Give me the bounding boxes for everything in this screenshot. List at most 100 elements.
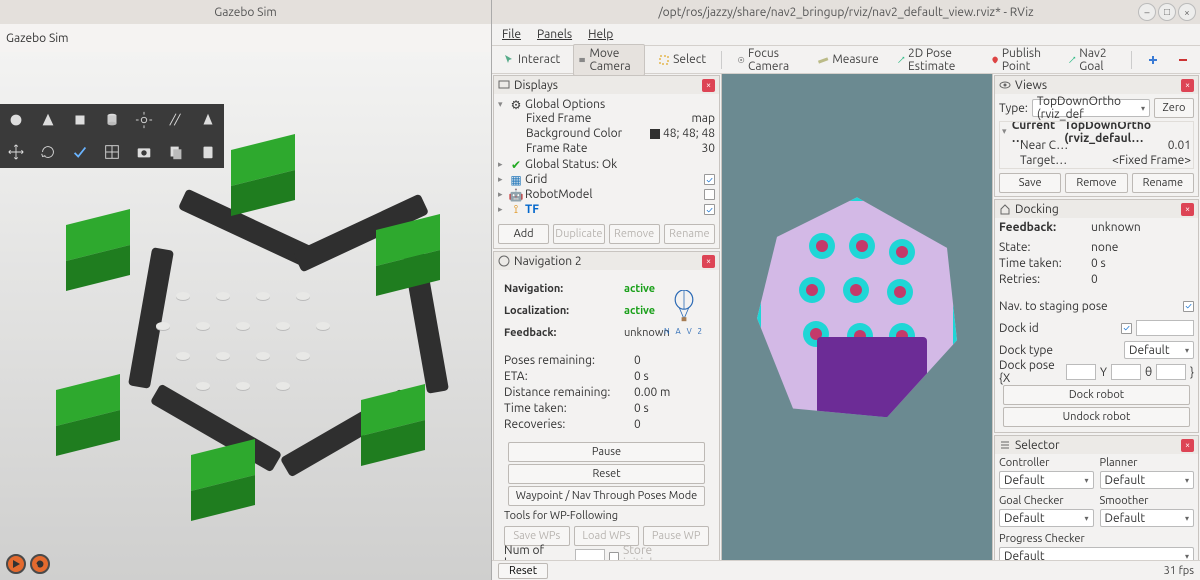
menu-file[interactable]: File — [502, 28, 521, 42]
spotlight-icon[interactable] — [192, 104, 224, 136]
view-remove-button[interactable]: Remove — [1065, 173, 1127, 193]
compass-icon — [498, 255, 510, 267]
zero-button[interactable]: Zero — [1154, 98, 1194, 118]
smoother-select[interactable]: Default▾ — [1100, 509, 1195, 527]
check-icon[interactable] — [64, 136, 96, 168]
dock-id-input[interactable] — [1136, 320, 1194, 336]
duplicate-button[interactable]: Duplicate — [553, 224, 604, 244]
tf-checkbox[interactable]: ✓ — [704, 204, 715, 215]
dock-pose-y-input[interactable] — [1111, 364, 1141, 380]
grid-icon[interactable] — [96, 136, 128, 168]
tool-interact[interactable]: Interact — [498, 50, 565, 69]
paste-icon[interactable] — [192, 136, 224, 168]
rviz-title: /opt/ros/jazzy/share/nav2_bringup/rviz/n… — [658, 6, 1033, 19]
tree-grid[interactable]: ▸▦Grid✓ — [498, 172, 715, 187]
reset-button[interactable]: Reset — [508, 464, 705, 484]
robotmodel-checkbox[interactable] — [704, 189, 715, 200]
view-save-button[interactable]: Save — [999, 173, 1061, 193]
load-wps-button[interactable]: Load WPs — [574, 526, 640, 546]
prop-frame-rate[interactable]: Frame Rate30 — [498, 142, 715, 157]
gazebo-toolbars — [0, 104, 224, 168]
waypoint-mode-button[interactable]: Waypoint / Nav Through Poses Mode — [508, 486, 705, 506]
fps-display: 31 fps — [1164, 565, 1194, 577]
close-icon[interactable]: × — [1181, 203, 1194, 216]
copy-icon[interactable] — [160, 136, 192, 168]
dock-type-select[interactable]: Default▾ — [1124, 341, 1194, 359]
save-wps-button[interactable]: Save WPs — [504, 526, 570, 546]
close-icon[interactable]: × — [1181, 79, 1194, 92]
remove-button[interactable]: Remove — [609, 224, 660, 244]
tool-move-camera[interactable]: Move Camera — [573, 44, 645, 76]
tool-focus-camera[interactable]: Focus Camera — [732, 44, 805, 76]
sun-icon[interactable] — [128, 104, 160, 136]
tree-tf[interactable]: ▸⟟TF✓ — [498, 202, 715, 217]
progress-checker-select[interactable]: Default▾ — [999, 547, 1194, 560]
panel-selector: Selector× ControllerDefault▾ PlannerDefa… — [994, 435, 1199, 560]
nav-time-taken: 0 s — [634, 402, 649, 418]
dock-pose-theta-input[interactable] — [1156, 364, 1186, 380]
close-icon[interactable]: × — [702, 79, 715, 92]
store-initial-pose-checkbox[interactable] — [609, 552, 619, 561]
tool-publish-point[interactable]: Publish Point — [986, 44, 1055, 76]
view-current[interactable]: ▾Current … TopDownOrtho (rviz_defaul… — [1002, 124, 1191, 139]
undock-robot-button[interactable]: Undock robot — [1003, 407, 1190, 427]
diag-lines-icon[interactable] — [160, 104, 192, 136]
monitor-icon — [498, 79, 510, 91]
tree-global-status[interactable]: ▸✔Global Status: Ok — [498, 157, 715, 172]
rviz-3d-view[interactable] — [722, 74, 992, 560]
tool-2d-pose-estimate[interactable]: 2D Pose Estimate — [892, 44, 978, 76]
sphere-icon[interactable] — [0, 104, 32, 136]
menu-help[interactable]: Help — [588, 28, 613, 42]
gazebo-title: Gazebo Sim — [214, 6, 277, 19]
nav-staging-checkbox[interactable]: ✓ — [1183, 301, 1194, 312]
tool-select[interactable]: Select — [653, 50, 711, 69]
tree-global-options[interactable]: ▾⚙Global Options — [498, 97, 715, 112]
rename-button[interactable]: Rename — [664, 224, 715, 244]
cone-icon[interactable] — [32, 104, 64, 136]
rviz-titlebar: /opt/ros/jazzy/share/nav2_bringup/rviz/n… — [492, 0, 1200, 24]
refresh-badge-icon[interactable] — [30, 554, 50, 574]
num-loops-input[interactable] — [575, 549, 605, 560]
localization-status: active — [624, 305, 655, 317]
rotate-icon[interactable] — [32, 136, 64, 168]
tool-remove-icon[interactable] — [1172, 51, 1194, 69]
dock-id-checkbox[interactable]: ✓ — [1121, 323, 1132, 334]
controller-select[interactable]: Default▾ — [999, 471, 1094, 489]
tool-nav2-goal[interactable]: Nav2 Goal — [1063, 44, 1121, 76]
close-button[interactable]: × — [1178, 3, 1196, 21]
pause-wp-button[interactable]: Pause WP — [643, 526, 709, 546]
check-circle-icon: ✔ — [510, 159, 522, 171]
view-rename-button[interactable]: Rename — [1132, 173, 1194, 193]
record-badge-icon[interactable] — [6, 554, 26, 574]
pause-button[interactable]: Pause — [508, 442, 705, 462]
prop-background-color[interactable]: Background Color48; 48; 48 — [498, 127, 715, 142]
close-icon[interactable]: × — [702, 255, 715, 268]
planner-select[interactable]: Default▾ — [1100, 471, 1195, 489]
tool-add-icon[interactable] — [1142, 51, 1164, 69]
move-icon[interactable] — [0, 136, 32, 168]
panel-navigation2: Navigation 2× Navigation:active Localiza… — [493, 251, 720, 560]
camera-icon[interactable] — [128, 136, 160, 168]
box-icon[interactable] — [64, 104, 96, 136]
tree-robot-model[interactable]: ▸🤖RobotModel — [498, 187, 715, 202]
dock-robot-button[interactable]: Dock robot — [1003, 385, 1190, 405]
prop-target-frame[interactable]: Target…<Fixed Frame> — [1002, 154, 1191, 169]
minimize-button[interactable]: – — [1138, 3, 1156, 21]
recoveries: 0 — [634, 418, 641, 434]
goal-checker-select[interactable]: Default▾ — [999, 509, 1094, 527]
cylinder-icon[interactable] — [96, 104, 128, 136]
tool-measure[interactable]: Measure — [812, 50, 883, 69]
maximize-button[interactable]: □ — [1158, 3, 1176, 21]
prop-fixed-frame[interactable]: Fixed Framemap — [498, 112, 715, 127]
close-icon[interactable]: × — [1181, 439, 1194, 452]
grid-checkbox[interactable]: ✓ — [704, 174, 715, 185]
docking-state: none — [1091, 241, 1118, 257]
gazebo-window: Gazebo Sim Gazebo Sim — [0, 0, 492, 580]
gazebo-viewport[interactable] — [0, 52, 491, 580]
view-type-select[interactable]: TopDownOrtho (rviz_def▾ — [1032, 99, 1150, 117]
dock-pose-x-input[interactable] — [1066, 364, 1096, 380]
menu-panels[interactable]: Panels — [537, 28, 572, 42]
distance-remaining: 0.00 m — [634, 386, 670, 402]
footer-reset-button[interactable]: Reset — [498, 563, 548, 579]
add-button[interactable]: Add — [498, 224, 549, 244]
